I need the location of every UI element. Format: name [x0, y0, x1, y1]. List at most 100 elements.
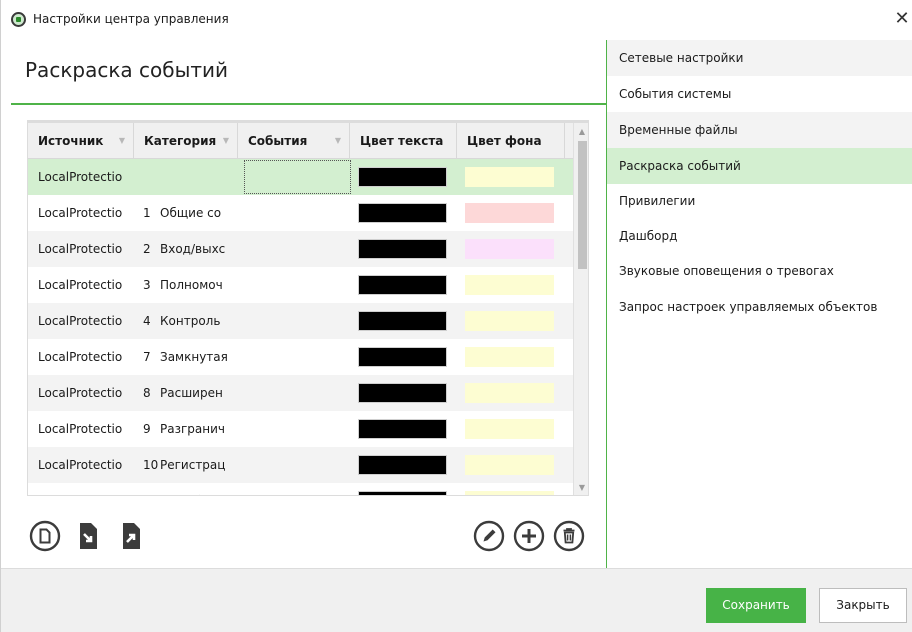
nav-item-privileges[interactable]: Привилегии [607, 183, 912, 219]
column-header-category[interactable]: Категория ▼ [134, 123, 238, 159]
window-title: Настройки центра управления [33, 12, 229, 26]
text-color-swatch[interactable] [358, 347, 447, 367]
text-color-swatch[interactable] [358, 419, 447, 439]
events-cell [244, 267, 351, 303]
title-divider [11, 103, 607, 105]
source-cell: LocalProtectio [38, 350, 123, 364]
category-number-cell: 7 [143, 350, 151, 364]
filter-icon[interactable]: ▼ [335, 123, 341, 159]
background-color-swatch[interactable] [465, 347, 554, 367]
background-color-swatch[interactable] [465, 275, 554, 295]
source-cell: LocalProtectio [38, 314, 123, 328]
source-cell: LocalProtectio [38, 278, 123, 292]
events-cell [244, 231, 351, 267]
category-cell: Контроль [160, 314, 221, 328]
category-number-cell: 9 [143, 422, 151, 436]
table-row[interactable]: LocalProtectio 3 Полномоч [28, 267, 573, 303]
save-button[interactable]: Сохранить [706, 588, 806, 623]
background-color-swatch[interactable] [465, 455, 554, 475]
vertical-scrollbar[interactable]: ▲ ▼ [573, 123, 588, 495]
import-icon[interactable] [72, 520, 104, 552]
source-cell: LocalProtectio [38, 458, 123, 472]
table-row[interactable]: LocalProtectio 1 Общие со [28, 195, 573, 231]
export-icon[interactable] [115, 520, 147, 552]
add-icon[interactable] [513, 520, 545, 552]
text-color-swatch[interactable] [358, 491, 447, 495]
category-number-cell: 3 [143, 278, 151, 292]
nav-item-system-events[interactable]: События системы [607, 76, 912, 112]
events-cell [244, 447, 351, 483]
category-cell: Полномоч [160, 278, 223, 292]
background-color-swatch[interactable] [465, 203, 554, 223]
table-row[interactable]: LocalProtectio 4 Контроль [28, 303, 573, 339]
app-icon [11, 12, 26, 27]
category-cell: Общие со [160, 206, 222, 220]
text-color-swatch[interactable] [358, 203, 447, 223]
table-row[interactable]: LocalProtectio 9 Разгранич [28, 411, 573, 447]
category-number-cell: 11 [143, 483, 161, 495]
background-color-swatch[interactable] [465, 491, 554, 495]
events-cell [244, 483, 351, 495]
delete-icon[interactable] [553, 520, 585, 552]
background-color-swatch[interactable] [465, 419, 554, 439]
nav-item-managed-objects[interactable]: Запрос настроек управляемых объектов [607, 289, 912, 325]
cell-focus-indicator[interactable] [244, 160, 351, 194]
source-cell: LocalProtectio [38, 242, 123, 256]
nav-item-event-coloring[interactable]: Раскраска событий [607, 148, 912, 184]
table-row[interactable]: LocalProtectio 2 Вход/выхс [28, 231, 573, 267]
background-color-swatch[interactable] [465, 239, 554, 259]
scroll-down-icon[interactable]: ▼ [574, 479, 588, 495]
nav-item-alarm-sounds[interactable]: Звуковые оповещения о тревогах [607, 253, 912, 289]
events-cell [244, 411, 351, 447]
text-color-swatch[interactable] [358, 455, 447, 475]
edit-icon[interactable] [473, 520, 505, 552]
settings-window: Настройки центра управления ✕ Раскраска … [0, 0, 912, 632]
text-color-swatch[interactable] [358, 239, 447, 259]
content-panel: Раскраска событий Источник ▼ Категория ▼… [1, 40, 607, 568]
filter-icon[interactable]: ▼ [119, 123, 125, 159]
category-number-cell [143, 159, 161, 195]
events-cell [244, 339, 351, 375]
events-cell [244, 303, 351, 339]
column-header-text-color[interactable]: Цвет текста [350, 123, 457, 159]
filter-icon[interactable]: ▼ [223, 123, 229, 159]
category-cell: Разгранич [160, 422, 225, 436]
source-cell: LocalProtectio [38, 483, 136, 495]
text-color-swatch[interactable] [358, 311, 447, 331]
text-color-swatch[interactable] [358, 167, 447, 187]
category-cell [160, 159, 240, 195]
scroll-thumb[interactable] [578, 141, 587, 269]
source-cell: LocalProtectio [38, 422, 123, 436]
settings-nav: Сетевые настройки События системы Времен… [606, 40, 912, 568]
background-color-swatch[interactable] [465, 311, 554, 331]
category-cell: Замкнутая [160, 350, 228, 364]
background-color-swatch[interactable] [465, 167, 554, 187]
column-header-events[interactable]: События ▼ [238, 123, 350, 159]
new-document-icon[interactable] [29, 520, 61, 552]
nav-item-dashboard[interactable]: Дашборд [607, 218, 912, 254]
source-cell: LocalProtectio [38, 386, 123, 400]
table-row[interactable]: LocalProtectio 11Служба ре [28, 483, 573, 495]
text-color-swatch[interactable] [358, 275, 447, 295]
events-cell [244, 195, 351, 231]
table-row[interactable]: LocalProtectio 7 Замкнутая [28, 339, 573, 375]
source-cell: LocalProtectio [38, 206, 123, 220]
page-title: Раскраска событий [25, 58, 229, 82]
scroll-up-icon[interactable]: ▲ [574, 123, 588, 140]
close-button[interactable]: Закрыть [819, 588, 907, 623]
column-header-bg-color[interactable]: Цвет фона [457, 123, 565, 159]
table-row[interactable]: LocalProtectio 8 Расширен [28, 375, 573, 411]
category-number-cell: 10 [143, 458, 159, 472]
category-cell: Служба ре [160, 483, 240, 495]
background-color-swatch[interactable] [465, 383, 554, 403]
nav-item-temp-files[interactable]: Временные файлы [607, 112, 912, 148]
table-row[interactable]: LocalProtectio 10 Регистрац [28, 447, 573, 483]
events-color-grid: Источник ▼ Категория ▼ События ▼ Цвет те… [27, 123, 589, 496]
table-row[interactable]: LocalProtectio [28, 159, 573, 195]
text-color-swatch[interactable] [358, 383, 447, 403]
title-bar: Настройки центра управления ✕ [1, 0, 912, 40]
column-header-source[interactable]: Источник ▼ [28, 123, 134, 159]
close-icon[interactable]: ✕ [891, 8, 912, 30]
nav-item-network[interactable]: Сетевые настройки [607, 40, 912, 76]
events-cell [244, 375, 351, 411]
